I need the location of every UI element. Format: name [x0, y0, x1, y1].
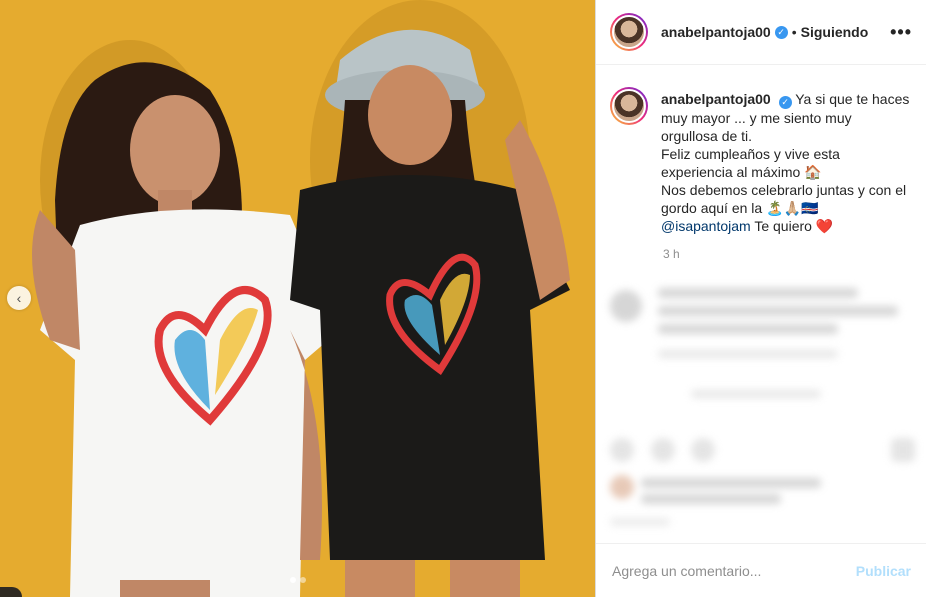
carousel-dots: [289, 577, 306, 583]
caption-body: Ya si que te haces muy mayor ... y me si…: [661, 91, 910, 216]
verified-badge-icon: ✓: [778, 96, 792, 109]
chevron-left-icon: ‹: [16, 290, 22, 306]
caption: anabelpantoja00 ✓ Ya si que te haces muy…: [596, 65, 926, 235]
following-button[interactable]: Siguiendo: [801, 24, 869, 40]
avatar[interactable]: [610, 13, 648, 51]
comment-input[interactable]: Agrega un comentario...: [612, 563, 856, 579]
photo-illustration: [0, 0, 595, 597]
carousel-prev-button[interactable]: ‹: [7, 286, 31, 310]
caption-text: anabelpantoja00 ✓ Ya si que te haces muy…: [661, 90, 912, 235]
more-options-icon[interactable]: •••: [890, 22, 912, 43]
post-header: anabelpantoja00 ✓ • Siguiendo •••: [596, 0, 926, 65]
comment-bar: Agrega un comentario... Publicar: [596, 543, 926, 597]
post-modal: ‹ anabelpantoja00 ✓ • Siguiendo ••• anab…: [0, 0, 926, 597]
caption-end: Te quiero ❤️: [754, 218, 834, 234]
avatar[interactable]: [610, 87, 648, 125]
username-link[interactable]: anabelpantoja00: [661, 24, 771, 40]
post-side-panel: anabelpantoja00 ✓ • Siguiendo ••• anabel…: [595, 0, 926, 597]
blurred-comments: [596, 280, 926, 540]
caption-username[interactable]: anabelpantoja00: [661, 91, 771, 107]
separator: •: [791, 24, 797, 40]
mention-link[interactable]: @isapantojam: [661, 218, 751, 234]
publish-button[interactable]: Publicar: [856, 563, 911, 579]
carousel-dot: [289, 577, 296, 583]
post-photo[interactable]: ‹: [0, 0, 595, 597]
post-time: 3 h: [663, 247, 680, 261]
carousel-dot: [299, 577, 306, 583]
verified-badge-icon: ✓: [774, 25, 788, 39]
